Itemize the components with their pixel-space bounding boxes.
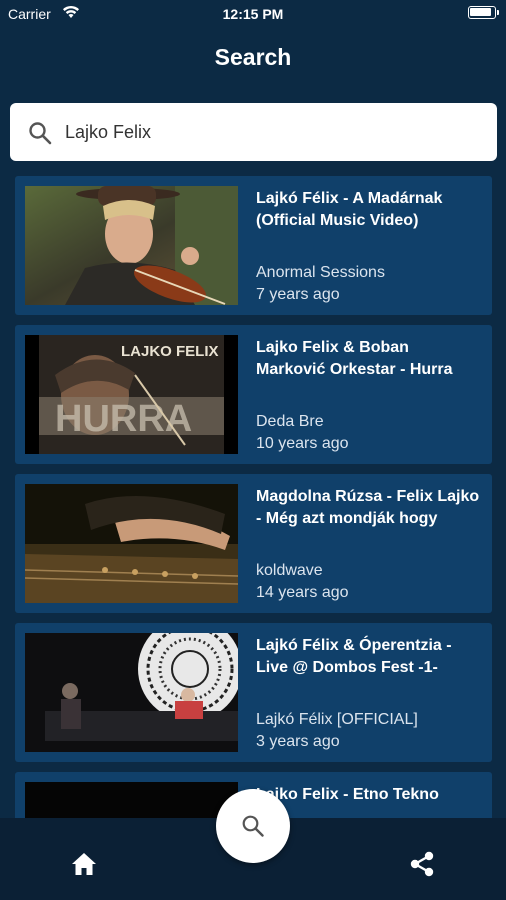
video-thumbnail[interactable]: HURRA LAJKO FELIX — [25, 335, 238, 454]
video-title[interactable]: Lajko Felix & Boban Marković Orkestar - … — [256, 337, 482, 381]
upload-age: 14 years ago — [256, 584, 349, 601]
video-title[interactable]: Lajkó Félix & Óperentzia - Live @ Dombos… — [256, 635, 482, 679]
result-card[interactable]: Lajkó Félix - A Madárnak (Official Music… — [15, 176, 492, 315]
video-title[interactable]: Magdolna Rúzsa - Felix Lajko - Még azt m… — [256, 486, 482, 530]
video-thumbnail[interactable] — [25, 782, 238, 818]
search-icon — [242, 815, 264, 837]
video-title[interactable]: Lajko Felix - Etno Tekno — [256, 784, 482, 806]
svg-text:HURRA: HURRA — [55, 398, 192, 440]
search-fab-button[interactable] — [216, 789, 290, 863]
search-bar[interactable] — [10, 103, 497, 161]
thumbnail-caption: LAJKO FELIX — [121, 343, 219, 360]
result-card[interactable]: Magdolna Rúzsa - Felix Lajko - Még azt m… — [15, 474, 492, 613]
upload-age: 3 years ago — [256, 733, 340, 750]
search-input[interactable] — [65, 113, 475, 151]
share-icon[interactable] — [408, 850, 436, 878]
video-thumbnail[interactable] — [25, 186, 238, 305]
upload-age: 10 years ago — [256, 435, 349, 452]
results-list[interactable]: Lajkó Félix - A Madárnak (Official Music… — [15, 176, 492, 818]
battery-icon — [468, 6, 499, 19]
search-icon[interactable] — [28, 121, 52, 150]
clock: 12:15 PM — [222, 6, 284, 22]
home-icon[interactable] — [70, 851, 98, 877]
channel-name: Lajkó Félix [OFFICIAL] — [256, 711, 418, 728]
status-bar: Carrier 12:15 PM — [0, 0, 506, 28]
page-title: Search — [214, 44, 292, 70]
video-thumbnail[interactable] — [25, 484, 238, 603]
video-title[interactable]: Lajkó Félix - A Madárnak (Official Music… — [256, 188, 482, 232]
channel-name: koldwave — [256, 562, 323, 579]
video-thumbnail[interactable] — [25, 633, 238, 752]
result-card[interactable]: Lajkó Félix & Óperentzia - Live @ Dombos… — [15, 623, 492, 762]
channel-name: Deda Bre — [256, 413, 324, 430]
upload-age: 7 years ago — [256, 286, 340, 303]
channel-name: Anormal Sessions — [256, 264, 385, 281]
result-card[interactable]: HURRA LAJKO FELIX Lajko Felix & Boban Ma… — [15, 325, 492, 464]
